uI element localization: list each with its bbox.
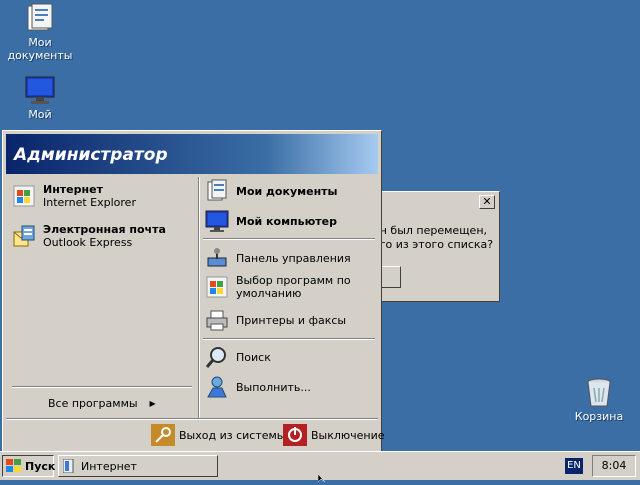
places-label: Выполнить...: [236, 380, 311, 394]
desktop-icon-my-documents[interactable]: Мои документы: [2, 2, 78, 62]
places-label: умолчанию: [236, 287, 302, 300]
places-control-panel[interactable]: Панель управления: [205, 246, 351, 270]
dialog-close-button[interactable]: ✕: [479, 195, 495, 209]
mouse-cursor-icon: [317, 472, 328, 483]
windows-logo-icon: [6, 459, 22, 473]
places-default-programs[interactable]: Выбор программ по умолчанию: [205, 274, 351, 300]
pinned-internet[interactable]: Интернет Internet Explorer: [12, 183, 136, 209]
language-indicator[interactable]: EN: [565, 458, 583, 474]
power-icon: [283, 424, 307, 446]
desktop-icon-label: Корзина: [574, 410, 624, 423]
printer-icon: [205, 308, 229, 332]
places-label: Панель управления: [236, 251, 351, 265]
desktop-icon-label: Мой: [28, 108, 52, 121]
my-computer-icon: [24, 74, 56, 106]
dialog-message: он был перемещен, его из этого списка?: [373, 224, 499, 252]
start-menu: Администратор Интернет Internet Explorer…: [2, 130, 385, 452]
desktop-icon-my-computer[interactable]: Мой: [2, 74, 78, 121]
my-computer-icon: [205, 209, 229, 233]
run-icon: [205, 375, 229, 399]
shutdown-button[interactable]: Выключение: [283, 424, 385, 446]
taskbar-item-internet[interactable]: Интернет: [58, 455, 218, 477]
places-label: Мой компьютер: [236, 214, 338, 228]
pinned-title: Электронная почта: [43, 223, 166, 236]
separator: [203, 338, 375, 340]
places-label: Поиск: [236, 350, 271, 364]
key-icon: [151, 424, 175, 446]
control-panel-icon: [205, 246, 229, 270]
start-button[interactable]: Пуск: [2, 455, 56, 477]
dialog-message-line: его из этого списка?: [373, 238, 494, 251]
internet-explorer-icon: [12, 184, 36, 208]
pinned-subtitle: Outlook Express: [43, 236, 133, 249]
places-my-computer[interactable]: Мой компьютер: [205, 209, 337, 233]
start-label: Пуск: [25, 459, 56, 473]
pinned-email[interactable]: Электронная почта Outlook Express: [12, 223, 166, 249]
start-menu-header: Администратор: [6, 134, 378, 174]
places-my-documents[interactable]: Мои документы: [205, 179, 338, 203]
search-icon: [205, 345, 229, 369]
places-search[interactable]: Поиск: [205, 345, 271, 369]
taskbar-item-label: Интернет: [81, 459, 137, 473]
outlook-express-icon: [12, 224, 36, 248]
pinned-title: Интернет: [43, 183, 103, 196]
my-documents-icon: [205, 179, 229, 203]
logoff-button[interactable]: Выход из системы: [151, 424, 285, 446]
start-menu-places: Мои документы Мой компьютер Панель управ…: [198, 177, 379, 418]
chevron-right-icon: ▶: [149, 399, 156, 408]
recycle-bin-icon: [583, 376, 615, 408]
start-menu-footer: Выход из системы Выключение: [6, 418, 385, 450]
desktop-icon-recycle-bin[interactable]: Корзина: [561, 376, 637, 423]
places-label: Принтеры и факсы: [236, 313, 347, 327]
start-menu-pinned: Интернет Internet Explorer Электронная п…: [6, 177, 197, 418]
my-documents-icon: [24, 2, 56, 34]
places-printers[interactable]: Принтеры и факсы: [205, 308, 346, 332]
all-programs-button[interactable]: Все программы ▶: [48, 397, 156, 410]
logoff-label: Выход из системы: [179, 428, 286, 442]
separator: [203, 238, 375, 240]
shutdown-label: Выключение: [311, 428, 385, 442]
user-name: Администратор: [14, 145, 168, 165]
internet-explorer-icon: [62, 458, 75, 474]
all-programs-label: Все программы: [48, 397, 138, 410]
places-label: Выбор программ по: [236, 274, 351, 287]
places-run[interactable]: Выполнить...: [205, 375, 311, 399]
pinned-subtitle: Internet Explorer: [43, 196, 136, 209]
places-label: Мои документы: [236, 184, 338, 198]
dialog-message-line: он был перемещен,: [373, 224, 488, 237]
clock[interactable]: 8:04: [592, 455, 636, 477]
separator: [12, 386, 192, 388]
desktop-icon-label: Мои документы: [7, 36, 73, 62]
default-programs-icon: [205, 275, 229, 299]
